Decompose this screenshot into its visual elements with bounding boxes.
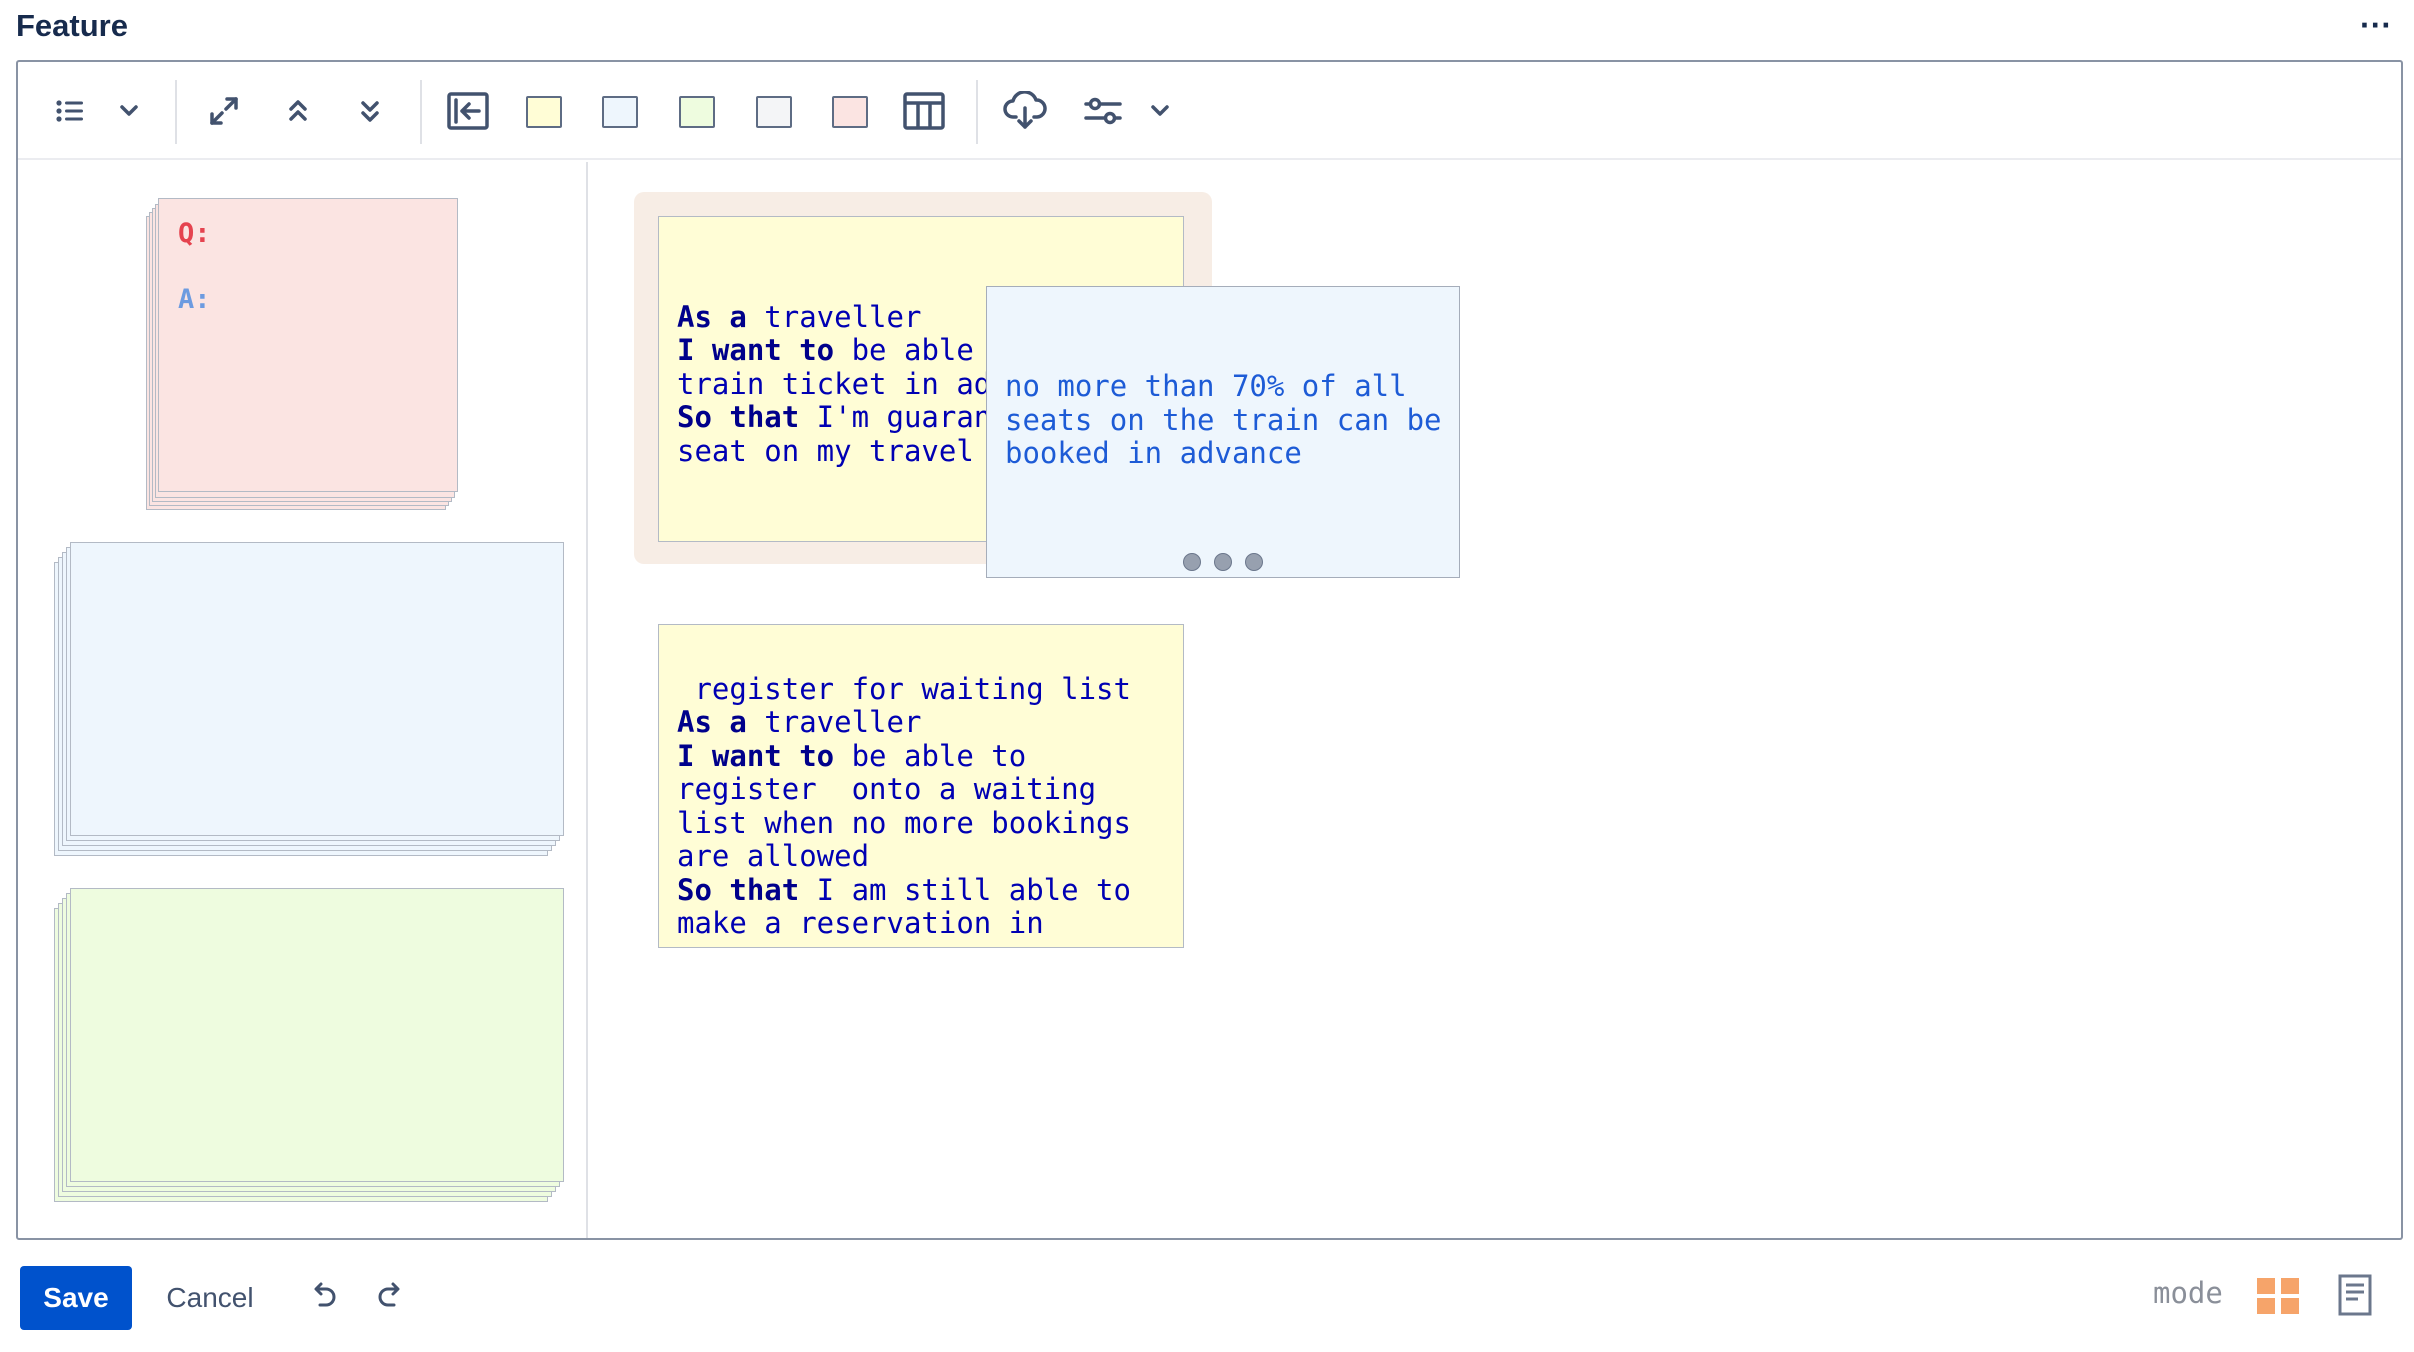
collapse-up-icon[interactable]: [280, 86, 316, 136]
expand-icon[interactable]: [204, 86, 244, 136]
blue-sticky-stack[interactable]: [54, 542, 574, 862]
answer-label: A:: [178, 284, 211, 315]
settings-sliders-icon[interactable]: [1082, 86, 1124, 136]
board-mode-icon[interactable]: [2255, 1276, 2301, 1321]
question-label: Q:: [178, 218, 211, 249]
editor-frame: Q: A: As a traveller I want to be able tra…: [16, 60, 2403, 1240]
green-sticky-swatch[interactable]: [679, 96, 715, 128]
toolbar-divider: [976, 80, 978, 144]
document-mode-icon[interactable]: [2338, 1274, 2372, 1321]
story-sticky-waiting-list[interactable]: register for waiting list As a traveller I…: [658, 624, 1184, 948]
qa-sticky-stack[interactable]: Q: A:: [146, 198, 466, 514]
page-title: Feature: [16, 8, 128, 43]
save-button[interactable]: Save: [20, 1266, 132, 1330]
expand-down-icon[interactable]: [352, 86, 388, 136]
redo-icon[interactable]: [376, 1280, 406, 1315]
more-options-button[interactable]: ···: [2360, 9, 2392, 41]
note-sticky-blue[interactable]: no more than 70% of all seats on the tra…: [986, 286, 1460, 578]
more-dots-icon[interactable]: [987, 553, 1459, 571]
yellow-sticky-swatch[interactable]: [526, 96, 562, 128]
pink-sticky-swatch[interactable]: [832, 96, 868, 128]
list-icon[interactable]: [52, 86, 88, 136]
board-canvas[interactable]: As a traveller I want to be able train tic…: [590, 162, 2401, 1238]
chevron-down-icon[interactable]: [114, 86, 144, 136]
chevron-down-icon[interactable]: [1145, 86, 1175, 136]
white-sticky-swatch[interactable]: [756, 96, 792, 128]
mode-label: mode: [2153, 1276, 2223, 1310]
green-sticky-stack[interactable]: [54, 888, 574, 1208]
cloud-download-icon[interactable]: [1002, 86, 1048, 136]
undo-icon[interactable]: [308, 1280, 338, 1315]
toolbar: [18, 62, 2401, 160]
sidebar-toggle-icon[interactable]: [446, 86, 490, 136]
blue-sticky-swatch[interactable]: [602, 96, 638, 128]
toolbar-divider: [175, 80, 177, 144]
sticky-palette-sidebar: Q: A:: [18, 162, 588, 1238]
toolbar-divider: [420, 80, 422, 144]
cancel-button[interactable]: Cancel: [150, 1266, 270, 1330]
table-icon[interactable]: [902, 86, 946, 136]
note-text: no more than 70% of all seats on the tra…: [1005, 369, 1442, 470]
